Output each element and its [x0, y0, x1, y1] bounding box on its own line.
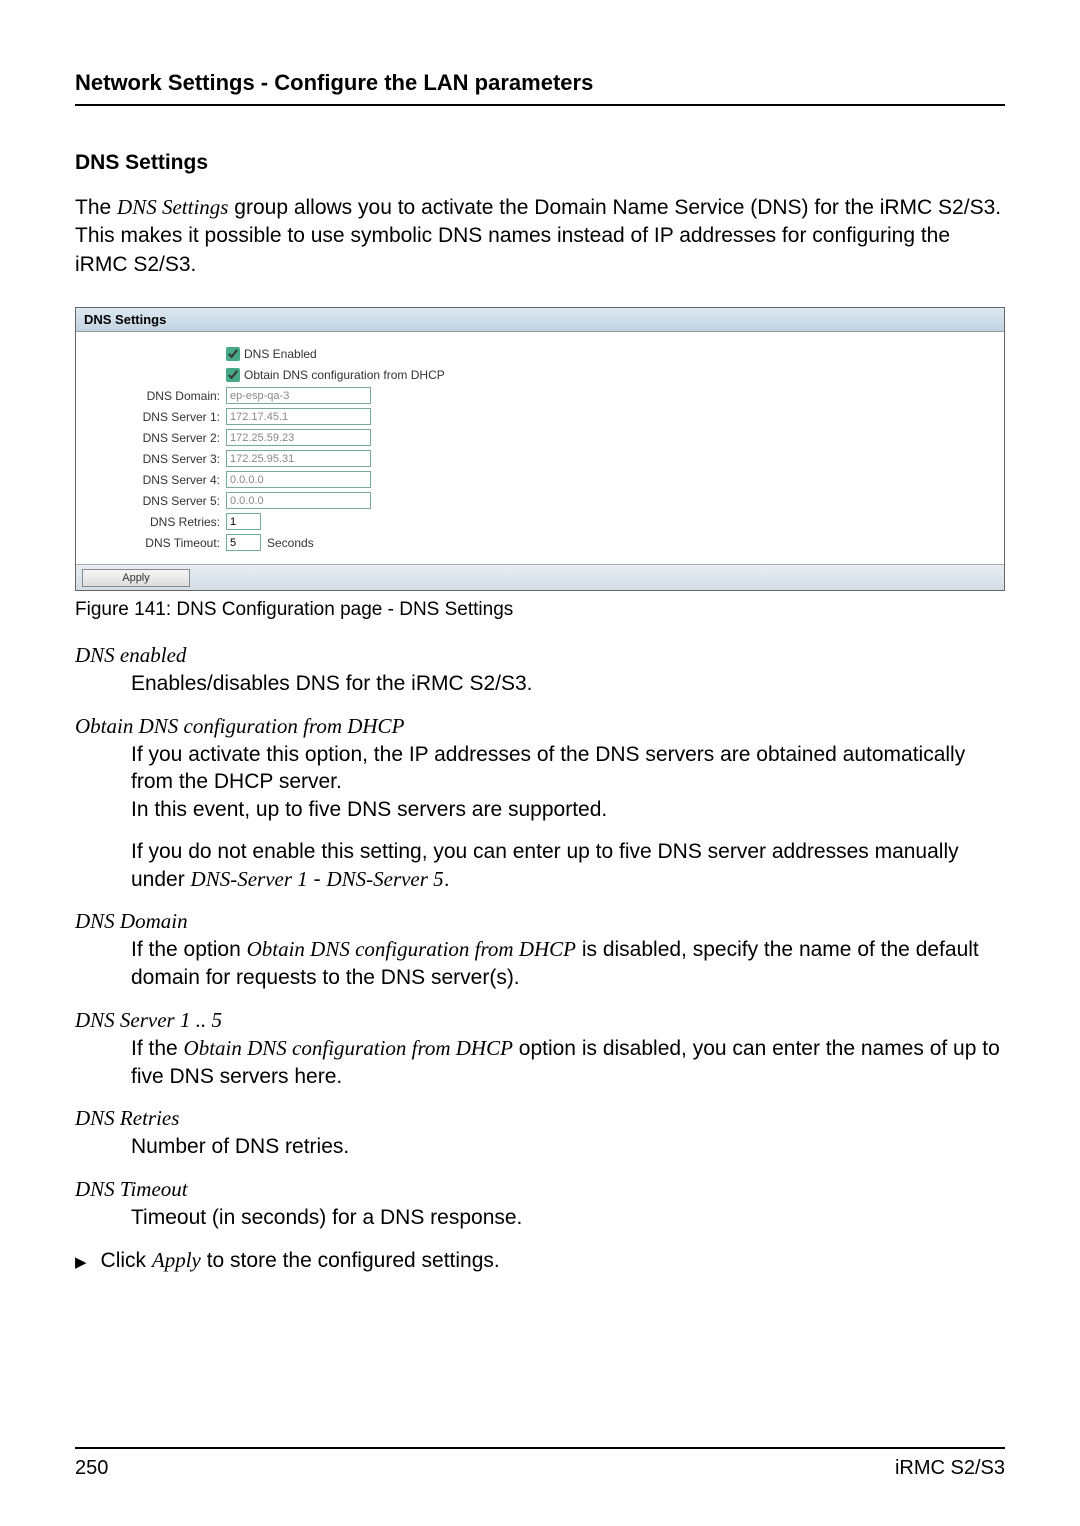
obtain-p1b: In this event, up to five DNS servers ar…: [131, 798, 607, 821]
triangle-icon: ▶: [75, 1253, 87, 1271]
obtain-dhcp-checkbox[interactable]: [226, 368, 240, 382]
obtain-dhcp-label: Obtain DNS configuration from DHCP: [244, 368, 445, 382]
dns-server2-input[interactable]: [226, 429, 371, 446]
page-number: 250: [75, 1457, 108, 1480]
body-obtain: If you activate this option, the IP addr…: [131, 741, 1005, 894]
dns-retries-input[interactable]: [226, 513, 261, 530]
dns-timeout-input[interactable]: [226, 534, 261, 551]
action-it: Apply: [152, 1248, 201, 1272]
dns-server4-input[interactable]: [226, 471, 371, 488]
intro-paragraph: The DNS Settings group allows you to act…: [75, 193, 1005, 279]
page-header: Network Settings - Configure the LAN par…: [75, 70, 1005, 106]
seconds-suffix: Seconds: [267, 536, 314, 550]
dns-server5-label: DNS Server 5:: [86, 494, 226, 508]
obtain-p1a: If you activate this option, the IP addr…: [131, 743, 965, 794]
panel-body: DNS Enabled Obtain DNS configuration fro…: [76, 332, 1004, 564]
dns-server5-input[interactable]: [226, 492, 371, 509]
domain-it: Obtain DNS configuration from DHCP: [247, 937, 576, 961]
action-post: to store the configured settings.: [201, 1249, 500, 1272]
dns-server1-label: DNS Server 1:: [86, 410, 226, 424]
product-name: iRMC S2/S3: [895, 1457, 1005, 1480]
obtain-p2d: DNS-Server 5: [326, 867, 443, 891]
obtain-p2e: .: [444, 868, 450, 891]
term-domain: DNS Domain: [75, 909, 1005, 934]
body-domain: If the option Obtain DNS configuration f…: [131, 936, 1005, 991]
section-title: DNS Settings: [75, 151, 1005, 175]
term-obtain: Obtain DNS configuration from DHCP: [75, 714, 1005, 739]
dns-domain-input[interactable]: [226, 387, 371, 404]
dns-domain-label: DNS Domain:: [86, 389, 226, 403]
panel-title: DNS Settings: [76, 308, 1004, 332]
term-timeout: DNS Timeout: [75, 1177, 1005, 1202]
obtain-p2c: -: [308, 868, 327, 891]
dns-server1-input[interactable]: [226, 408, 371, 425]
server-it: Obtain DNS configuration from DHCP: [184, 1036, 513, 1060]
figure-caption: Figure 141: DNS Configuration page - DNS…: [75, 599, 1005, 621]
dns-enabled-checkbox[interactable]: [226, 347, 240, 361]
intro-italic: DNS Settings: [117, 195, 228, 219]
panel-footer: Apply: [76, 564, 1004, 590]
action-pre: Click: [101, 1249, 152, 1272]
dns-server2-label: DNS Server 2:: [86, 431, 226, 445]
body-timeout: Timeout (in seconds) for a DNS response.: [131, 1204, 1005, 1232]
apply-button[interactable]: Apply: [82, 569, 190, 587]
obtain-p2b: DNS-Server 1: [191, 867, 308, 891]
body-server: If the Obtain DNS configuration from DHC…: [131, 1035, 1005, 1090]
dns-enabled-label: DNS Enabled: [244, 347, 317, 361]
dns-server3-label: DNS Server 3:: [86, 452, 226, 466]
server-pre: If the: [131, 1037, 184, 1060]
dns-retries-label: DNS Retries:: [86, 515, 226, 529]
domain-pre: If the option: [131, 938, 247, 961]
action-line: ▶ Click Apply to store the configured se…: [75, 1248, 1005, 1273]
term-server: DNS Server 1 .. 5: [75, 1008, 1005, 1033]
dns-timeout-label: DNS Timeout:: [86, 536, 226, 550]
dns-server3-input[interactable]: [226, 450, 371, 467]
term-retries: DNS Retries: [75, 1106, 1005, 1131]
body-retries: Number of DNS retries.: [131, 1133, 1005, 1161]
body-dns-enabled: Enables/disables DNS for the iRMC S2/S3.: [131, 670, 1005, 698]
page-footer: 250 iRMC S2/S3: [75, 1447, 1005, 1480]
term-dns-enabled: DNS enabled: [75, 643, 1005, 668]
dns-server4-label: DNS Server 4:: [86, 473, 226, 487]
dns-settings-panel: DNS Settings DNS Enabled Obtain DNS conf…: [75, 307, 1005, 591]
